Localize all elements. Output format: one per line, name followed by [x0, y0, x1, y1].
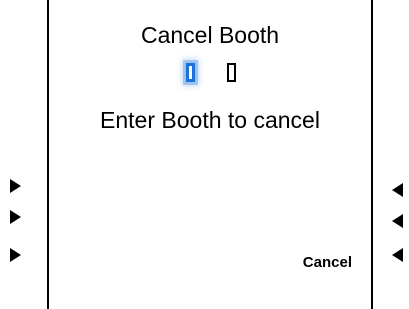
screen-title: Cancel Booth [140, 22, 280, 48]
left-softkey-2-arrow-icon[interactable] [10, 210, 21, 224]
right-softkey-2-arrow-icon[interactable] [392, 214, 403, 228]
booth-number-input[interactable] [49, 60, 371, 90]
booth-digit-2-field[interactable] [227, 63, 236, 82]
instruction-prompt: Enter Booth to cancel [100, 107, 320, 133]
cancel-softkey-label[interactable]: Cancel [303, 254, 352, 272]
right-softkey-1-arrow-icon[interactable] [392, 183, 403, 197]
booth-digit-1-field[interactable] [186, 63, 195, 82]
left-softkey-1-arrow-icon[interactable] [10, 179, 21, 193]
device-screen: Cancel Booth Enter Booth to cancel Cance… [47, 0, 373, 309]
right-softkey-3-arrow-icon[interactable] [392, 248, 403, 262]
left-softkey-3-arrow-icon[interactable] [10, 248, 21, 262]
